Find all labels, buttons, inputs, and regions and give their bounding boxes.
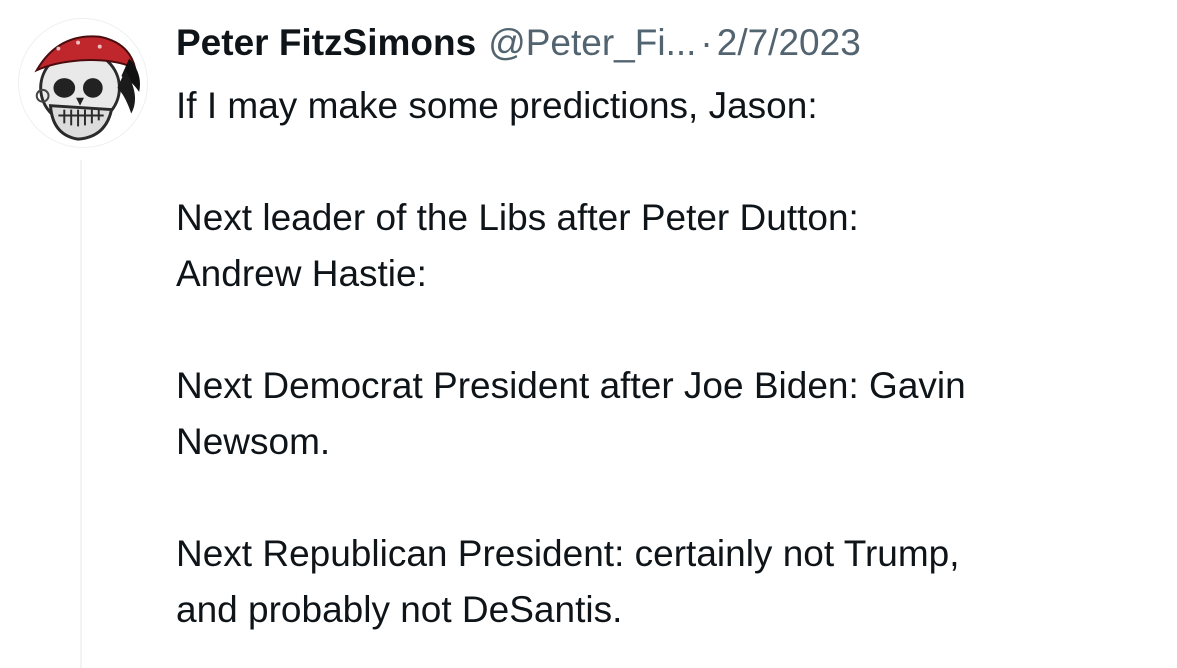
thread-line [80,160,82,668]
skull-bandana-icon [19,19,147,147]
display-name[interactable]: Peter FitzSimons [176,18,476,68]
user-handle[interactable]: @Peter_Fi... [488,18,696,68]
tweet-line: and probably not DeSantis. [176,589,623,630]
tweet-paragraph: Next Republican President: certainly not… [176,526,1166,638]
tweet-line: Andrew Hastie: [176,253,427,294]
tweet-paragraph: If I may make some predictions, Jason: [176,78,1166,134]
tweet-line: Next Democrat President after Joe Biden:… [176,365,966,406]
tweet: Peter FitzSimons @Peter_Fi... · 2/7/2023… [0,0,1177,668]
tweet-line: If I may make some predictions, Jason: [176,85,818,126]
tweet-line: Next Republican President: certainly not… [176,533,960,574]
avatar[interactable] [18,18,148,148]
tweet-date[interactable]: 2/7/2023 [717,18,861,68]
tweet-line: Newsom. [176,421,331,462]
tweet-paragraph: Next leader of the Libs after Peter Dutt… [176,190,1166,302]
header-separator: · [700,22,713,63]
tweet-header: Peter FitzSimons @Peter_Fi... · 2/7/2023 [176,18,861,68]
tweet-paragraph: Next Democrat President after Joe Biden:… [176,358,1166,470]
tweet-line: Next leader of the Libs after Peter Dutt… [176,197,859,238]
tweet-text: If I may make some predictions, Jason: N… [176,78,1166,638]
